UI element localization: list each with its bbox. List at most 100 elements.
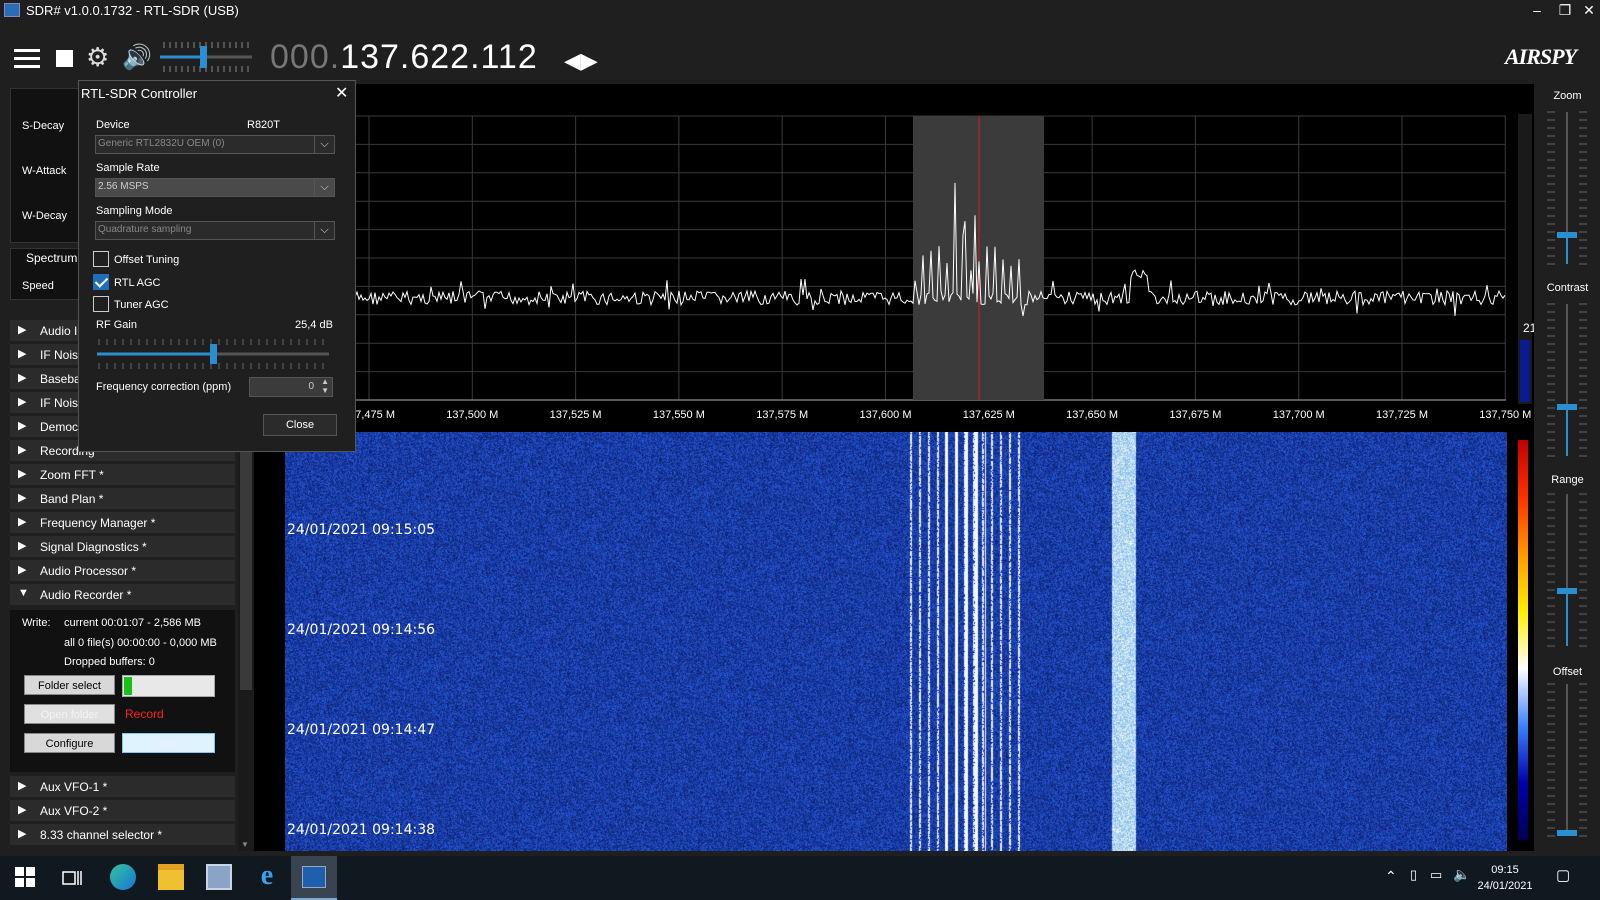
menu-frequency-manager[interactable]: ▶ Frequency Manager * <box>10 512 235 534</box>
airspy-logo: AIRSPY <box>1505 44 1577 69</box>
control-panel-icon[interactable] <box>206 864 232 890</box>
sample-rate-value: 2.56 MSPS <box>98 181 149 192</box>
spectrum-tab[interactable]: Spectrum <box>26 251 77 265</box>
clock-time: 09:15 <box>1491 864 1519 876</box>
configure-button[interactable]: Configure <box>24 733 115 753</box>
sdrsharp-window: SDR# v1.0.0.1732 - RTL-SDR (USB) – ❐ ✕ ⚙… <box>0 0 1600 900</box>
offset-tuning-checkbox[interactable] <box>93 251 109 267</box>
menu-audio-recorder[interactable]: ▼ Audio Recorder * <box>10 584 235 606</box>
menu-aux-vfo-1[interactable]: ▶ Aux VFO-1 * <box>10 776 235 798</box>
rtl-agc-checkbox[interactable] <box>93 274 109 290</box>
title-bar: SDR# v1.0.0.1732 - RTL-SDR (USB) – ❐ ✕ <box>0 0 1600 22</box>
spectrum-x-label: 137,500 M <box>446 409 498 421</box>
menu-icon[interactable] <box>14 49 40 69</box>
frequency-correction-input[interactable]: 0 ▲ ▼ <box>249 377 333 397</box>
stop-button[interactable] <box>56 50 73 67</box>
menu-833-channel-selector[interactable]: ▶ 8.33 channel selector * <box>10 824 235 846</box>
waterfall-timestamp: 24/01/2021 09:15:05 <box>287 522 436 538</box>
w-decay-label: W-Decay <box>22 210 68 222</box>
folder-path-field[interactable] <box>122 675 215 697</box>
sampling-mode-value: Quadrature sampling <box>98 224 192 235</box>
spectrum-x-label: 137,725 M <box>1376 409 1428 421</box>
device-select[interactable]: Generic RTL2832U OEM (0) ⌵ <box>95 135 335 154</box>
write-label: Write: <box>22 617 51 629</box>
window-title: SDR# v1.0.0.1732 - RTL-SDR (USB) <box>26 3 239 18</box>
write-all: all 0 file(s) 00:00:00 - 0,000 MB <box>64 637 217 649</box>
windows-start-icon[interactable] <box>14 866 36 888</box>
sample-rate-select[interactable]: 2.56 MSPS ⌵ <box>95 178 335 197</box>
speaker-icon[interactable]: 🔊 <box>122 45 152 71</box>
chevron-down-icon: ⌵ <box>314 136 334 153</box>
chevron-down-icon: ⌵ <box>314 222 334 239</box>
task-view-icon[interactable] <box>62 868 82 888</box>
app-icon <box>4 3 20 17</box>
minimize-button[interactable]: – <box>1522 0 1552 22</box>
left-panel-scrollbar[interactable]: ▼ <box>238 430 254 851</box>
tuner-agc-checkbox[interactable] <box>93 296 109 312</box>
spectrum-x-label: 137,525 M <box>550 409 602 421</box>
file-explorer-icon[interactable] <box>158 864 184 890</box>
scroll-down-icon[interactable]: ▼ <box>241 840 249 849</box>
right-sliders[interactable] <box>1535 84 1600 851</box>
record-button[interactable]: Record <box>125 707 164 721</box>
spectrum-x-label: 137,625 M <box>963 409 1015 421</box>
usb-icon[interactable]: ▯ <box>1410 867 1417 883</box>
waterfall-timestamp: 24/01/2021 09:14:38 <box>287 822 436 838</box>
frequency-correction-label: Frequency correction (ppm) <box>96 381 232 393</box>
folder-select-button[interactable]: Folder select <box>24 675 115 695</box>
spectrum-x-label: 137,700 M <box>1273 409 1325 421</box>
speed-label: Speed <box>22 280 54 292</box>
spectrum-plot[interactable]: 137,475 M 137,500 M 137,525 M 137,550 M 137,… <box>254 84 1534 432</box>
stop-record-button[interactable]: Stop <box>122 733 215 753</box>
notifications-icon[interactable]: ▢ <box>1556 866 1570 884</box>
menu-band-plan[interactable]: ▶ Band Plan * <box>10 488 235 510</box>
frequency-display[interactable]: 000.137.622.112 <box>270 38 538 77</box>
rf-gain-label: RF Gain <box>96 319 137 331</box>
s-decay-label: S-Decay <box>22 120 65 132</box>
waterfall-timestamp: 24/01/2021 09:14:47 <box>287 722 436 738</box>
volume-slider[interactable] <box>160 40 252 74</box>
gear-icon[interactable]: ⚙ <box>86 44 112 70</box>
chevron-down-icon: ⌵ <box>314 179 334 196</box>
sampling-mode-label: Sampling Mode <box>96 205 173 217</box>
network-icon[interactable]: ▭ <box>1430 867 1442 883</box>
spinner-icon[interactable]: ▲ ▼ <box>321 377 329 395</box>
w-attack-label: W-Attack <box>22 165 67 177</box>
spectrum-level-fill <box>1520 340 1530 402</box>
spectrum-x-label: 137,675 M <box>1169 409 1221 421</box>
menu-signal-diagnostics[interactable]: ▶ Signal Diagnostics * <box>10 536 235 558</box>
sdrsharp-taskbar-button[interactable] <box>291 856 337 900</box>
taskbar <box>0 856 1600 900</box>
range-slider-thumb <box>1557 588 1577 594</box>
menu-aux-vfo-2[interactable]: ▶ Aux VFO-2 * <box>10 800 235 822</box>
menu-zoom-fft[interactable]: ▶ Zoom FFT * <box>10 464 235 486</box>
device-label: Device <box>96 119 130 131</box>
tray-chevron-icon[interactable]: ⌃ <box>1385 868 1397 885</box>
rtl-sdr-controller-dialog: RTL-SDR Controller ✕ Device R820T Generi… <box>78 80 356 452</box>
dialog-close-button[interactable]: Close <box>263 414 337 436</box>
open-folder-button[interactable]: Open folder <box>24 704 115 724</box>
frequency-step-icon[interactable]: ◀▶ <box>564 48 598 74</box>
spectrum-x-label: 137,600 M <box>860 409 912 421</box>
rf-gain-slider-thumb <box>210 344 217 364</box>
offset-slider-thumb <box>1557 830 1577 836</box>
spectrum-right-value: 21 <box>1523 321 1534 335</box>
menu-audio-processor[interactable]: ▶ Audio Processor * <box>10 560 235 582</box>
device-tuner: R820T <box>247 119 281 131</box>
waterfall-timestamp: 24/01/2021 09:14:56 <box>287 622 436 638</box>
internet-explorer-icon[interactable]: e <box>254 862 280 890</box>
contrast-slider-thumb <box>1557 404 1577 410</box>
volume-tray-icon[interactable]: 🔈 <box>1453 866 1470 883</box>
dialog-close-icon[interactable]: ✕ <box>335 83 348 103</box>
close-button[interactable]: ✕ <box>1574 0 1600 22</box>
sample-rate-label: Sample Rate <box>96 162 160 174</box>
spectrum-x-label: 137,575 M <box>756 409 808 421</box>
rf-gain-slider[interactable] <box>95 337 331 371</box>
spectrum-x-label: 137,650 M <box>1066 409 1118 421</box>
edge-icon[interactable] <box>110 864 136 890</box>
scrollbar-thumb[interactable] <box>240 430 252 690</box>
waterfall-canvas[interactable] <box>285 432 1507 851</box>
sampling-mode-select[interactable]: Quadrature sampling ⌵ <box>95 221 335 240</box>
rtl-agc-label: RTL AGC <box>114 277 161 289</box>
clock[interactable]: 09:15 24/01/2021 <box>1476 862 1534 894</box>
